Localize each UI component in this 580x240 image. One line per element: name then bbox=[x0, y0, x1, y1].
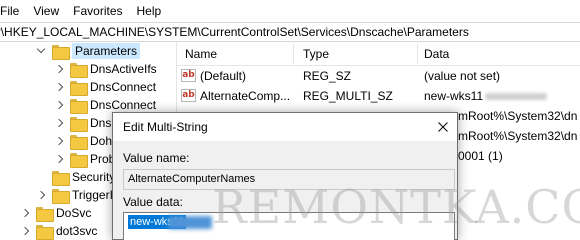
close-button[interactable] bbox=[429, 113, 457, 141]
close-icon bbox=[438, 122, 448, 132]
chevron-down-icon[interactable] bbox=[36, 46, 46, 56]
string-value-icon: ab bbox=[181, 69, 196, 82]
tree-item-label: DoSvc bbox=[56, 206, 92, 220]
value-type: REG_MULTI_SZ bbox=[303, 89, 393, 103]
tree-item-label: Parameters bbox=[72, 43, 141, 59]
tree-item-dnsconnect[interactable]: DnsConnect bbox=[54, 78, 156, 96]
address-path: Computer\HKEY_LOCAL_MACHINE\SYSTEM\Curre… bbox=[0, 25, 469, 39]
menu-view[interactable]: View bbox=[26, 0, 66, 22]
value-type: REG_SZ bbox=[303, 69, 352, 83]
menu-favorites[interactable]: Favorites bbox=[66, 0, 129, 22]
chevron-right-icon[interactable] bbox=[54, 136, 64, 146]
value-data: mRoot%\System32\dn bbox=[458, 129, 578, 143]
tree-item-prob[interactable]: Prob bbox=[54, 150, 115, 168]
dialog-titlebar[interactable]: Edit Multi-String bbox=[113, 113, 457, 141]
dialog-title: Edit Multi-String bbox=[123, 120, 208, 134]
folder-icon bbox=[70, 134, 88, 150]
column-name[interactable]: Name bbox=[185, 47, 217, 61]
value-name-field[interactable]: AlternateComputerNames bbox=[123, 169, 455, 190]
tree-item-label: Security bbox=[72, 170, 116, 184]
folder-icon bbox=[36, 206, 54, 222]
folder-icon bbox=[52, 170, 70, 186]
edit-multi-string-dialog: Edit Multi-String Value name: AlternateC… bbox=[112, 112, 458, 240]
column-divider[interactable] bbox=[293, 44, 294, 64]
tree-item-dnsactiveifs[interactable]: DnsActiveIfs bbox=[54, 60, 157, 78]
chevron-right-icon[interactable] bbox=[54, 154, 64, 164]
value-data: new-wks11 bbox=[424, 89, 484, 103]
folder-icon bbox=[70, 62, 88, 78]
chevron-right-icon[interactable] bbox=[54, 82, 64, 92]
string-value-icon: ab bbox=[181, 89, 196, 102]
column-divider[interactable] bbox=[417, 44, 418, 64]
tree-item-label: dot3svc bbox=[56, 224, 98, 238]
folder-icon bbox=[70, 98, 88, 114]
value-name-label: Value name: bbox=[123, 151, 190, 165]
chevron-right-icon[interactable] bbox=[20, 208, 30, 218]
value-name-text: AlternateComputerNames bbox=[128, 173, 256, 185]
tree-item-parameters[interactable]: Parameters bbox=[36, 42, 141, 60]
tree-item-label: DnsConnect bbox=[90, 98, 157, 112]
folder-icon bbox=[70, 152, 88, 168]
value-data: 0001 (1) bbox=[458, 149, 503, 163]
tree-item-dot3svc[interactable]: dot3svc bbox=[20, 222, 97, 240]
chevron-right-icon[interactable] bbox=[20, 226, 30, 236]
value-name: AlternateComp... bbox=[200, 89, 291, 103]
tree-item-dosvc[interactable]: DoSvc bbox=[20, 204, 91, 222]
tree-item-security[interactable]: Security bbox=[36, 168, 115, 186]
column-header: Name Type Data bbox=[177, 42, 580, 66]
tree-item-label: DnsActiveIfs bbox=[90, 62, 157, 76]
redacted-text bbox=[485, 93, 547, 100]
dialog-body: Value name: AlternateComputerNames Value… bbox=[113, 141, 457, 240]
address-bar[interactable]: Computer\HKEY_LOCAL_MACHINE\SYSTEM\Curre… bbox=[0, 22, 580, 42]
tree-item-triggerinfo[interactable]: TriggerIn bbox=[36, 186, 120, 204]
chevron-right-icon[interactable] bbox=[36, 190, 46, 200]
chevron-right-icon[interactable] bbox=[54, 118, 64, 128]
menu-file[interactable]: File bbox=[0, 0, 26, 22]
list-item[interactable]: ab (Default) REG_SZ (value not set) bbox=[177, 67, 580, 85]
value-data-textarea[interactable]: new-wks11 bbox=[123, 212, 455, 240]
chevron-right-icon[interactable] bbox=[54, 64, 64, 74]
list-item[interactable]: ab AlternateComp... REG_MULTI_SZ new-wks… bbox=[177, 87, 580, 105]
redacted-selection bbox=[168, 216, 212, 229]
column-type[interactable]: Type bbox=[303, 47, 329, 61]
value-name: (Default) bbox=[200, 69, 247, 83]
folder-icon bbox=[70, 116, 88, 132]
folder-icon bbox=[70, 80, 88, 96]
tree-item-dnsp[interactable]: DnsP bbox=[54, 114, 119, 132]
value-data: mRoot%\System32\dn bbox=[458, 109, 578, 123]
tree-item-label: DnsConnect bbox=[90, 80, 157, 94]
folder-icon bbox=[52, 188, 70, 204]
value-data: (value not set) bbox=[424, 69, 501, 83]
menu-help[interactable]: Help bbox=[130, 0, 169, 22]
folder-icon bbox=[36, 224, 54, 240]
value-data-label: Value data: bbox=[123, 195, 183, 209]
folder-icon bbox=[52, 44, 70, 60]
chevron-right-icon[interactable] bbox=[54, 100, 64, 110]
column-data[interactable]: Data bbox=[424, 47, 449, 61]
menu-bar: File View Favorites Help bbox=[0, 0, 580, 22]
